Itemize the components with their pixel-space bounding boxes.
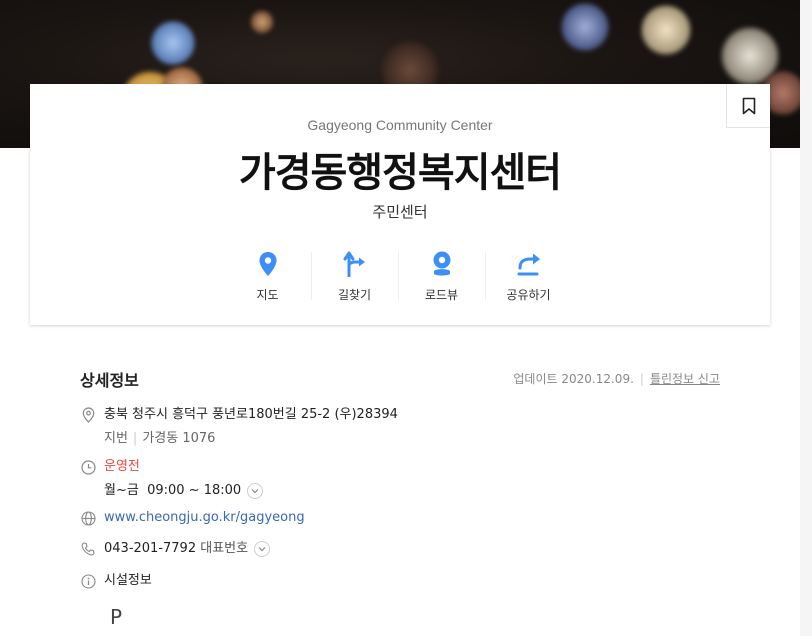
place-summary-card: Gagyeong Community Center 가경동행정복지센터 주민센터…: [30, 84, 770, 325]
action-bar: 지도 길찾기 로드뷰 공유하기: [224, 248, 572, 306]
detail-section: 상세정보 업데이트 2020.12.09. | 틀린정보 신고 충북 청주시 흥덕구…: [80, 356, 720, 629]
detail-header: 상세정보 업데이트 2020.12.09. | 틀린정보 신고: [80, 356, 720, 390]
detail-meta: 업데이트 2020.12.09. | 틀린정보 신고: [513, 372, 720, 386]
directions-icon: [343, 251, 365, 277]
globe-icon: [80, 510, 96, 526]
chevron-down-icon: [251, 488, 259, 493]
share-button-label: 공유하기: [506, 288, 551, 302]
update-date: 업데이트 2020.12.09.: [513, 372, 634, 386]
share-icon: [517, 253, 540, 276]
lot-value: 가경동 1076: [142, 431, 216, 446]
hours-text: 월~금 09:00 ~ 18:00: [104, 483, 242, 498]
lot-label: 지번: [104, 431, 128, 446]
hours-row: 운영전 월~금 09:00 ~ 18:00: [80, 458, 264, 499]
phone-line: 043-201-7792 대표번호: [104, 540, 271, 557]
phone-icon: [81, 542, 95, 556]
website-link[interactable]: www.cheongju.go.kr/gagyeong: [104, 509, 305, 526]
clock-icon: [80, 459, 96, 475]
roadview-button-label: 로드뷰: [424, 288, 459, 302]
hours-line: 월~금 09:00 ~ 18:00: [104, 482, 264, 499]
hours-expand-button[interactable]: [247, 482, 264, 499]
roadview-button[interactable]: 로드뷰: [398, 248, 485, 306]
parking-icon: P: [110, 605, 123, 629]
report-error-link[interactable]: 틀린정보 신고: [650, 372, 720, 386]
phone-expand-button[interactable]: [254, 540, 271, 557]
location-icon: [82, 407, 94, 423]
lot-address: 지번 | 가경동 1076: [104, 431, 216, 446]
place-title: 가경동행정복지센터: [238, 150, 562, 196]
detail-title: 상세정보: [80, 371, 139, 390]
website-row: www.cheongju.go.kr/gagyeong: [80, 509, 305, 526]
scrollbar[interactable]: [800, 0, 812, 636]
directions-button-label: 길찾기: [337, 288, 372, 302]
info-icon: [80, 573, 96, 589]
address-row: 충북 청주시 흥덕구 풍년로180번길 25-2 (우)28394 지번 | 가경동…: [80, 406, 398, 447]
map-button-label: 지도: [256, 288, 279, 302]
place-category: 주민센터: [372, 203, 428, 221]
directions-button[interactable]: 길찾기: [311, 248, 398, 306]
map-button[interactable]: 지도: [224, 248, 311, 306]
share-button[interactable]: 공유하기: [485, 248, 572, 306]
phone-label: 대표번호: [200, 541, 249, 556]
phone-number[interactable]: 043-201-7792: [104, 541, 196, 556]
bookmark-icon: [742, 97, 755, 114]
facility-label: 시설정보: [104, 573, 152, 588]
map-pin-icon: [259, 252, 276, 276]
facility-row: 시설정보: [80, 572, 152, 589]
place-english-name: Gagyeong Community Center: [307, 117, 493, 133]
operation-status: 운영전: [104, 459, 140, 474]
address-text: 충북 청주시 흥덕구 풍년로180번길 25-2 (우)28394: [104, 407, 398, 422]
roadview-icon: [433, 251, 450, 276]
phone-row: 043-201-7792 대표번호: [80, 540, 271, 557]
chevron-down-icon: [258, 546, 266, 551]
